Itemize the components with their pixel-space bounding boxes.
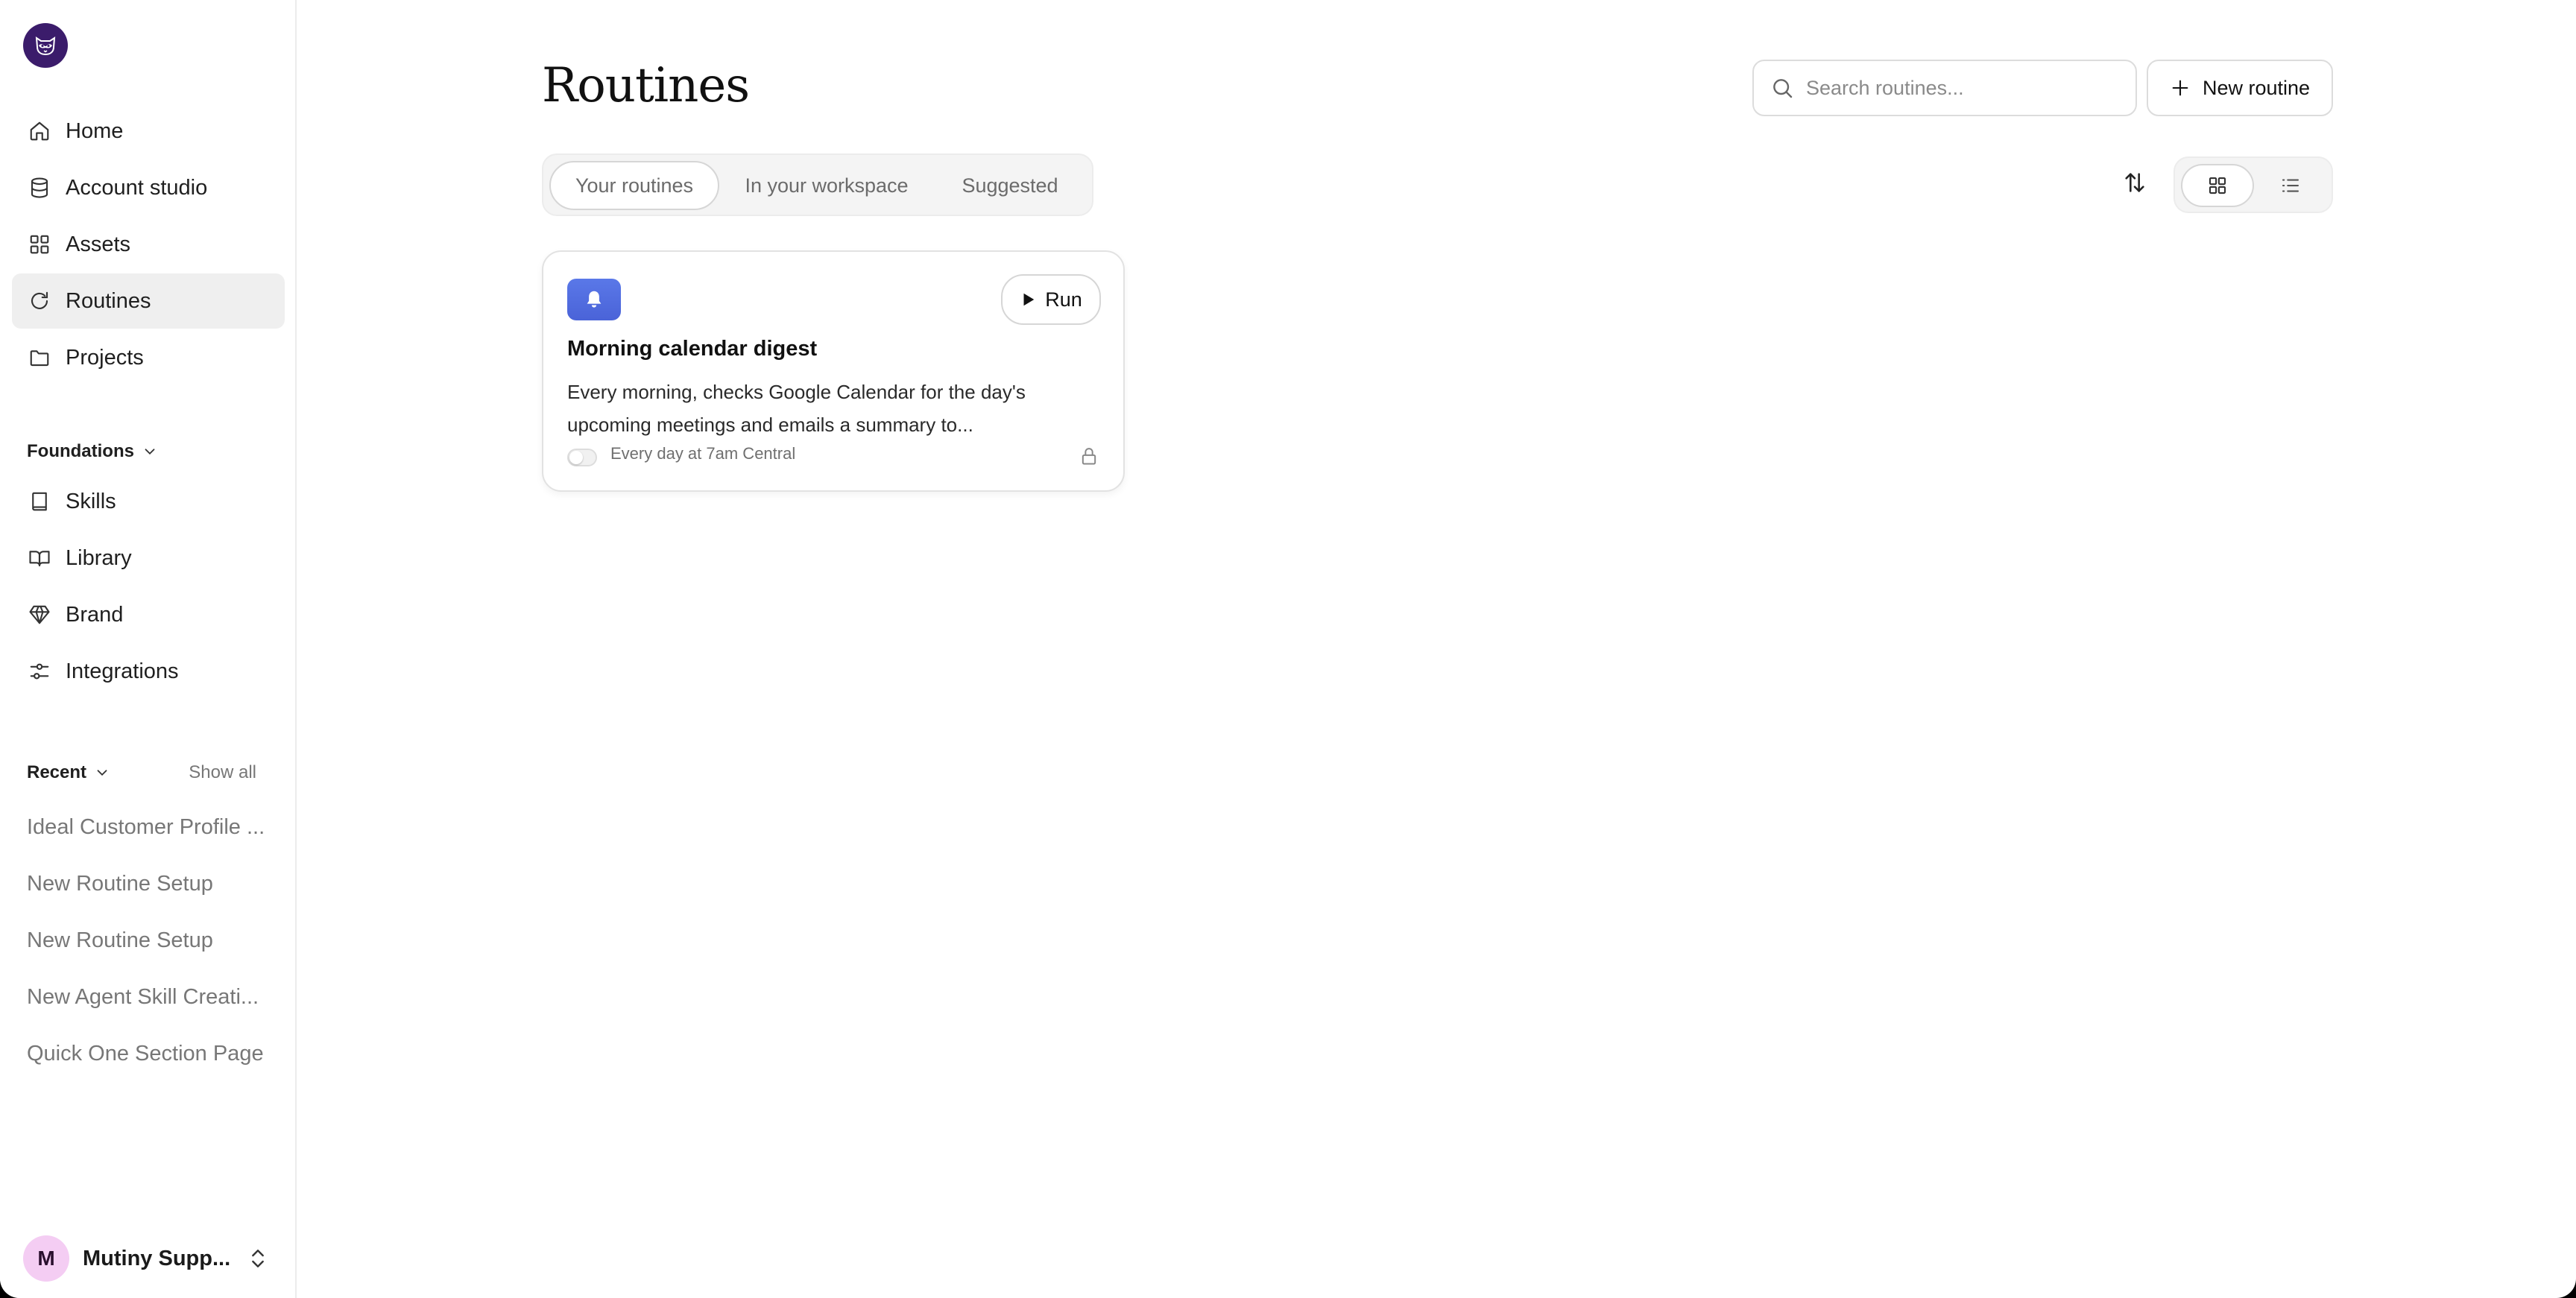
recent-item[interactable]: Quick One Section Page xyxy=(27,1042,273,1066)
chevrons-up-down-icon[interactable] xyxy=(246,1247,270,1270)
new-routine-button[interactable]: New routine xyxy=(2147,60,2333,116)
sidebar-item-integrations[interactable]: Integrations xyxy=(12,644,285,699)
app-logo[interactable] xyxy=(23,23,68,68)
database-icon xyxy=(27,175,52,200)
folder-icon xyxy=(27,345,52,370)
list-view-icon xyxy=(2282,179,2299,192)
routine-icon xyxy=(567,279,621,320)
recent-section-toggle[interactable]: Recent xyxy=(27,762,110,783)
sort-button[interactable] xyxy=(2118,165,2152,200)
gem-icon xyxy=(27,602,52,627)
sidebar-item-label: Account studio xyxy=(66,175,208,200)
lock-icon xyxy=(1082,448,1096,465)
user-menu[interactable]: M Mutiny Supp... xyxy=(23,1235,239,1282)
play-icon xyxy=(1023,293,1035,306)
grid-view-button[interactable] xyxy=(2181,164,2254,207)
sidebar-item-account-studio[interactable]: Account studio xyxy=(12,160,285,215)
sidebar-item-label: Home xyxy=(66,118,124,143)
grid-icon xyxy=(27,232,52,257)
recent-item[interactable]: New Routine Setup xyxy=(27,872,273,896)
search-icon xyxy=(1773,79,1793,98)
open-book-icon xyxy=(27,545,52,571)
sidebar-item-assets[interactable]: Assets xyxy=(12,217,285,272)
tab-suggested[interactable]: Suggested xyxy=(934,161,1086,210)
routine-schedule: Every day at 7am Central xyxy=(610,444,796,463)
run-button[interactable]: Run xyxy=(1001,274,1101,325)
sort-arrows-icon xyxy=(2125,173,2144,192)
sidebar-item-label: Skills xyxy=(66,489,116,513)
chevron-down-icon xyxy=(97,770,107,776)
routine-tabs: Your routines In your workspace Suggeste… xyxy=(542,153,1093,216)
grid-view-icon xyxy=(2209,177,2226,194)
sidebar-item-label: Projects xyxy=(66,345,144,370)
sidebar-item-skills[interactable]: Skills xyxy=(12,474,285,529)
recent-item[interactable]: New Routine Setup xyxy=(27,928,273,953)
routine-card[interactable]: Run Morning calendar digest Every mornin… xyxy=(542,250,1125,492)
chevron-down-icon xyxy=(145,449,155,455)
search-box[interactable] xyxy=(1752,60,2137,116)
list-view-button[interactable] xyxy=(2254,164,2327,207)
toggle-knob xyxy=(569,451,583,464)
bell-icon xyxy=(587,291,602,308)
raccoon-logo-icon xyxy=(35,37,56,56)
app-window: Home Account studio Assets Routines Proj… xyxy=(0,0,2576,1298)
sidebar-item-label: Routines xyxy=(66,288,151,313)
sliders-icon xyxy=(27,659,52,684)
sidebar-item-label: Brand xyxy=(66,602,124,627)
show-all-recent-link[interactable]: Show all xyxy=(189,762,256,783)
recent-item[interactable]: Ideal Customer Profile ... xyxy=(27,815,273,840)
book-icon xyxy=(27,489,52,514)
sidebar-item-home[interactable]: Home xyxy=(12,104,285,159)
refresh-icon xyxy=(27,288,52,314)
routine-description: Every morning, checks Google Calendar fo… xyxy=(567,381,1026,436)
sidebar-item-label: Assets xyxy=(66,232,131,256)
sidebar-item-brand[interactable]: Brand xyxy=(12,587,285,642)
routine-enabled-toggle[interactable] xyxy=(567,449,597,466)
sidebar-item-library[interactable]: Library xyxy=(12,531,285,586)
routine-title: Morning calendar digest xyxy=(567,337,818,361)
tab-your-routines[interactable]: Your routines xyxy=(549,161,719,210)
sidebar-item-routines[interactable]: Routines xyxy=(12,273,285,329)
sidebar-item-label: Library xyxy=(66,545,132,570)
foundations-section-toggle[interactable]: Foundations xyxy=(27,441,158,462)
search-input[interactable] xyxy=(1806,76,2119,100)
sidebar-item-label: Integrations xyxy=(66,659,179,683)
recent-item[interactable]: New Agent Skill Creati... xyxy=(27,985,273,1010)
page-title: Routines xyxy=(542,58,750,113)
avatar: M xyxy=(23,1235,69,1282)
plus-icon xyxy=(2172,80,2188,96)
home-icon xyxy=(27,118,52,144)
sidebar: Home Account studio Assets Routines Proj… xyxy=(0,0,297,1298)
tab-in-your-workspace[interactable]: In your workspace xyxy=(725,161,928,210)
user-name: Mutiny Supp... xyxy=(83,1246,231,1270)
view-toggle xyxy=(2174,156,2333,213)
sidebar-item-projects[interactable]: Projects xyxy=(12,330,285,385)
